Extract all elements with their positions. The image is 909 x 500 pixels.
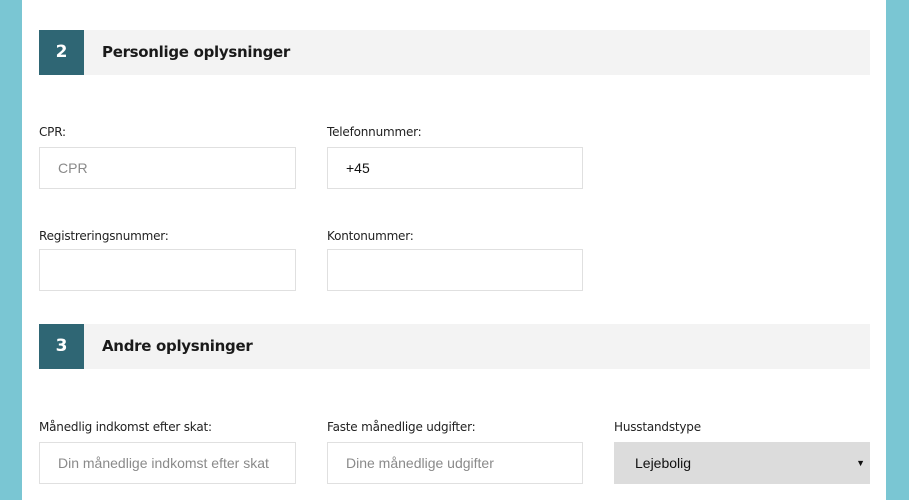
phone-label: Telefonnummer: <box>327 125 422 139</box>
account-number-label: Kontonummer: <box>327 229 414 243</box>
cpr-input[interactable] <box>39 147 296 189</box>
form-panel: 2 Personlige oplysninger CPR: Telefonnum… <box>22 0 886 500</box>
section-number: 3 <box>39 324 84 369</box>
phone-input[interactable] <box>327 147 583 189</box>
household-type-value: Lejebolig <box>635 455 692 471</box>
expenses-input[interactable] <box>327 442 583 484</box>
expenses-label: Faste månedlige udgifter: <box>327 420 476 434</box>
caret-down-icon: ▼ <box>856 458 865 468</box>
income-input[interactable] <box>39 442 296 484</box>
reg-number-input[interactable] <box>39 249 296 291</box>
income-label: Månedlig indkomst efter skat: <box>39 420 212 434</box>
section-title: Andre oplysninger <box>102 337 253 355</box>
section-title: Personlige oplysninger <box>102 43 290 61</box>
section-number: 2 <box>39 30 84 75</box>
section-header-personal: 2 Personlige oplysninger <box>39 30 870 75</box>
household-type-label: Husstandstype <box>614 420 701 434</box>
household-type-select[interactable]: Lejebolig ▼ <box>614 442 870 484</box>
account-number-input[interactable] <box>327 249 583 291</box>
reg-number-label: Registreringsnummer: <box>39 229 169 243</box>
cpr-label: CPR: <box>39 125 66 139</box>
section-header-other: 3 Andre oplysninger <box>39 324 870 369</box>
